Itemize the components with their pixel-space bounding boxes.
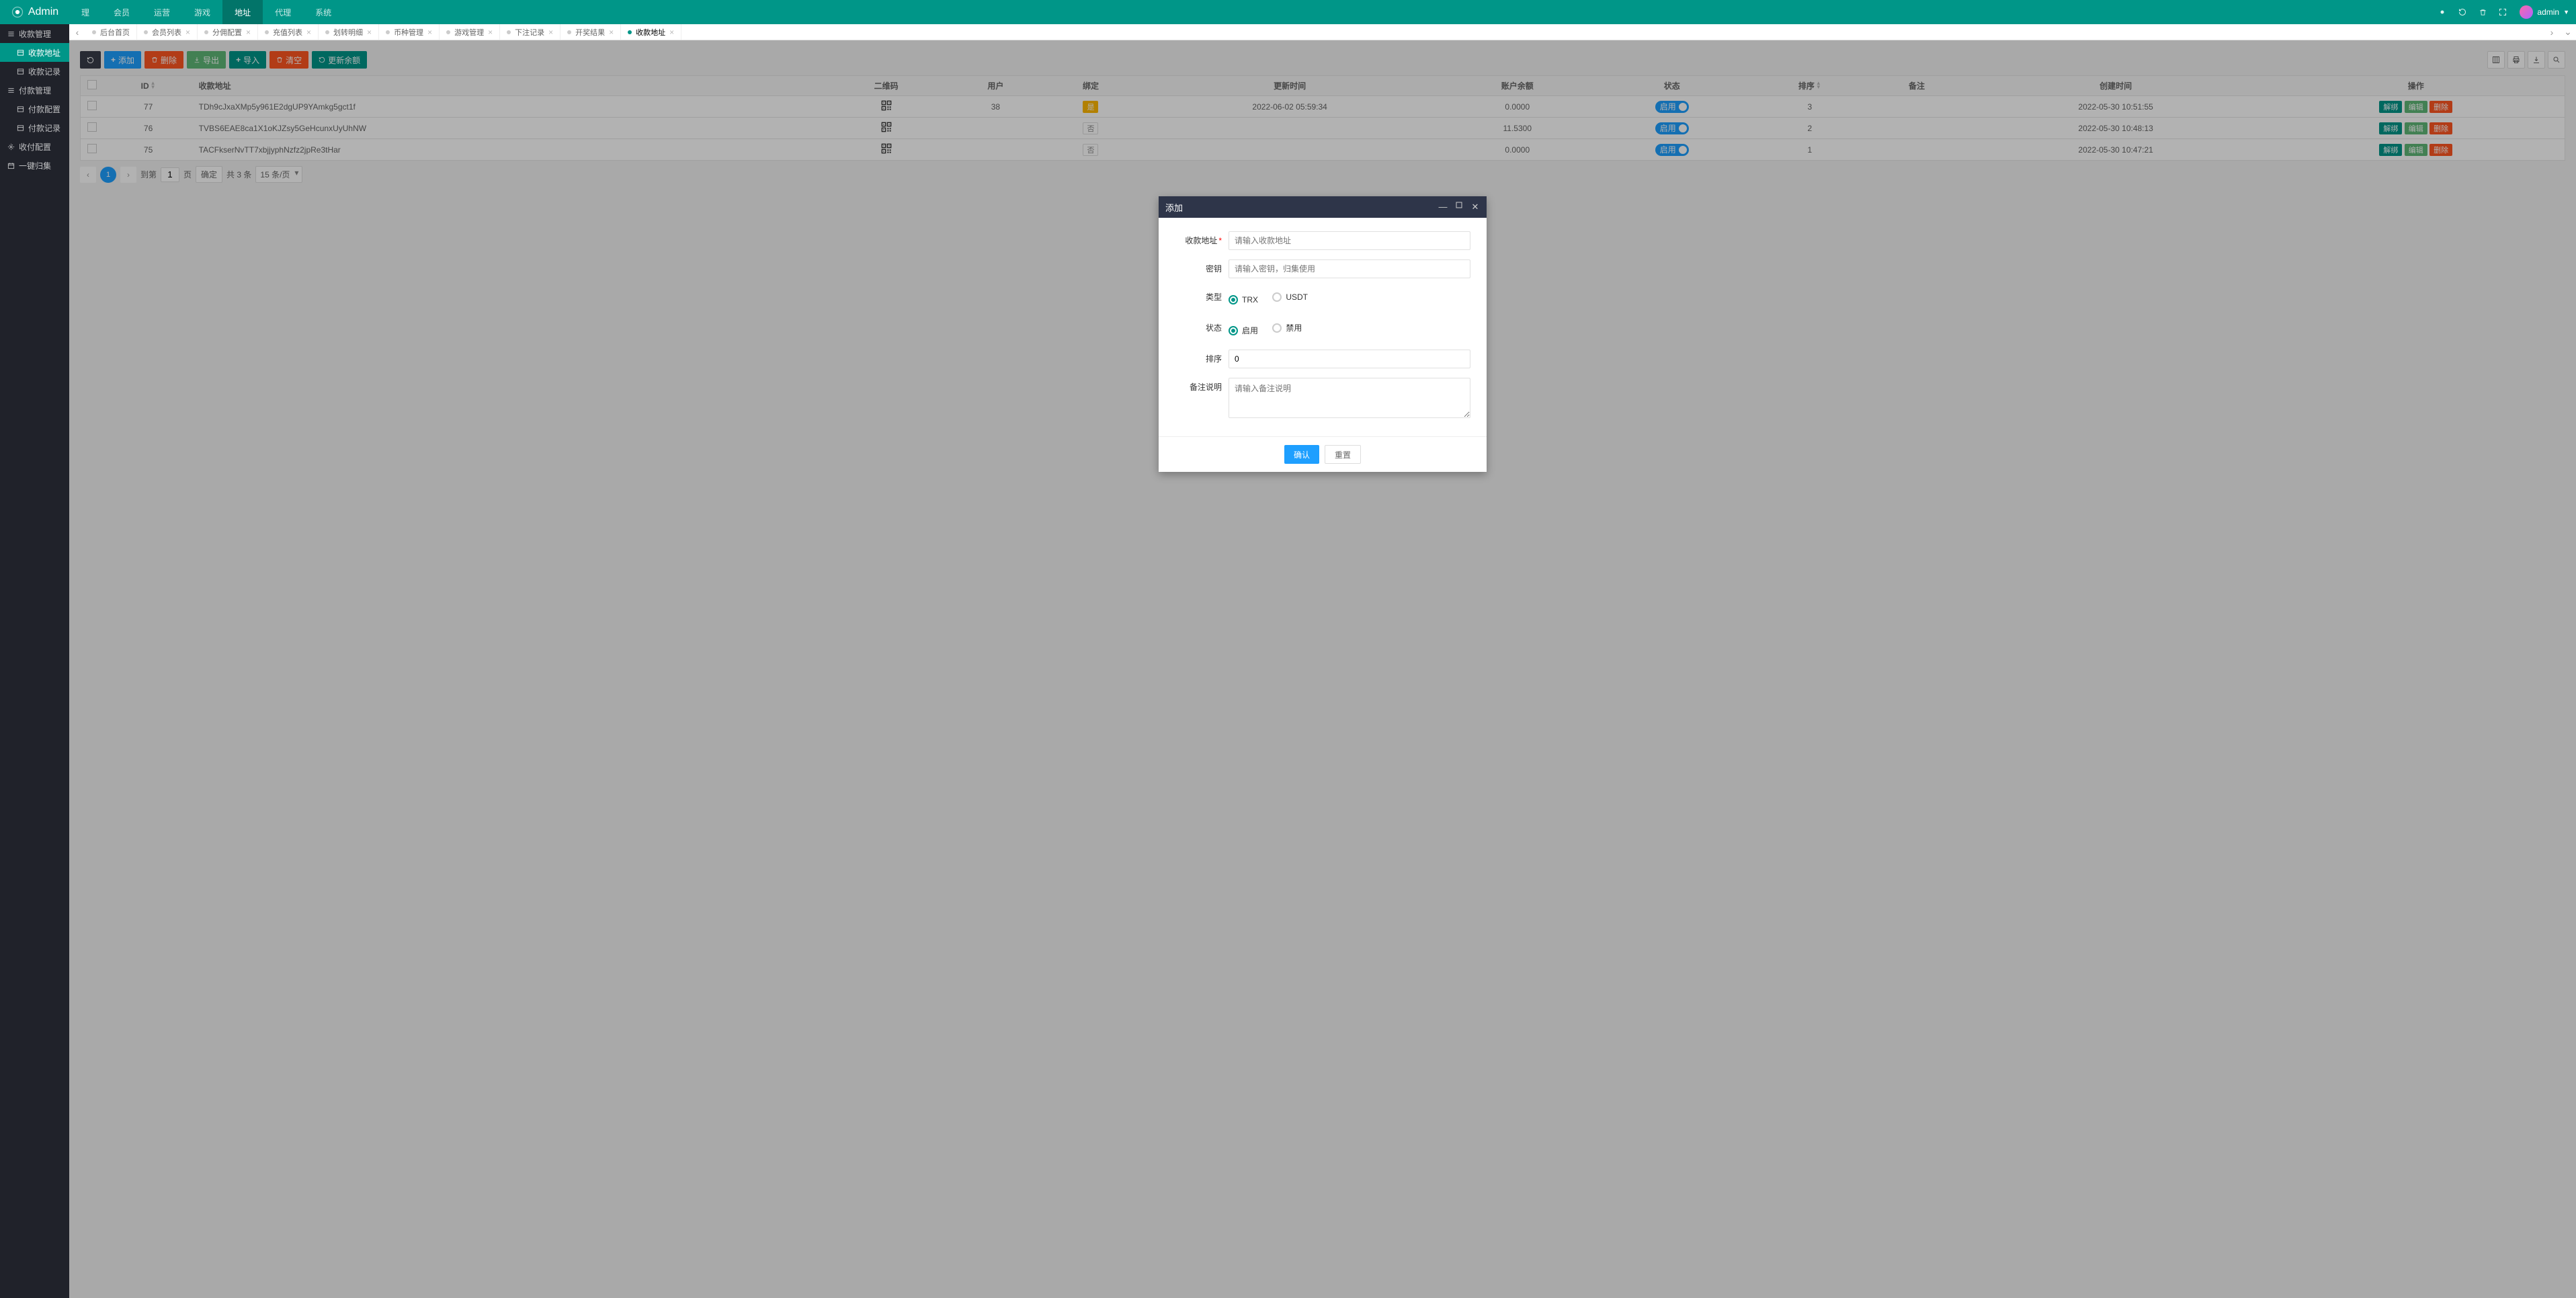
tab-close-icon[interactable]: × [548, 28, 553, 37]
modal-title: 添加 [1165, 201, 1183, 214]
brand-text: Admin [28, 6, 58, 18]
list-icon [16, 48, 24, 56]
gear-icon [7, 143, 15, 151]
topnav-游戏[interactable]: 游戏 [182, 0, 222, 24]
notifications-icon[interactable] [2432, 0, 2452, 24]
tabs-menu[interactable]: ⌄ [2560, 24, 2576, 40]
tab-币种管理[interactable]: 币种管理× [379, 24, 440, 40]
list-icon [16, 67, 24, 75]
sidebar-收款地址[interactable]: 收款地址 [0, 43, 69, 62]
sidebar-付款记录[interactable]: 付款记录 [0, 118, 69, 137]
sidebar-付款配置[interactable]: 付款配置 [0, 99, 69, 118]
radio-status-enable[interactable]: 启用 [1229, 321, 1258, 340]
bars-icon [7, 86, 15, 94]
modal-confirm-button[interactable]: 确认 [1284, 445, 1319, 464]
tab-后台首页[interactable]: 后台首页 [85, 24, 137, 40]
radio-status-disable[interactable]: 禁用 [1272, 319, 1302, 337]
tab-游戏管理[interactable]: 游戏管理× [440, 24, 500, 40]
bars-icon [7, 30, 15, 38]
tab-close-icon[interactable]: × [488, 28, 493, 37]
list-icon [16, 105, 24, 113]
input-key[interactable] [1229, 259, 1470, 278]
avatar [2520, 5, 2533, 19]
input-sort[interactable] [1229, 350, 1470, 368]
input-remark[interactable] [1229, 378, 1470, 418]
topnav-理[interactable]: 理 [69, 0, 101, 24]
tab-下注记录[interactable]: 下注记录× [500, 24, 560, 40]
clear-cache-icon[interactable] [2473, 0, 2493, 24]
tab-分佣配置[interactable]: 分佣配置× [198, 24, 258, 40]
tab-close-icon[interactable]: × [246, 28, 251, 37]
tab-划转明细[interactable]: 划转明细× [319, 24, 379, 40]
label-status: 状态 [1168, 319, 1229, 337]
tabs-prev[interactable]: ‹ [69, 24, 85, 40]
logo[interactable]: Admin [0, 5, 69, 19]
user-menu[interactable]: admin ▼ [2513, 5, 2576, 19]
user-name: admin [2537, 7, 2559, 17]
tab-close-icon[interactable]: × [609, 28, 614, 37]
tab-会员列表[interactable]: 会员列表× [137, 24, 198, 40]
add-modal: 添加 — ✕ 收款地址* 密钥 [1159, 196, 1487, 472]
sidebar-收款管理[interactable]: 收款管理 [0, 24, 69, 43]
modal-close-icon[interactable]: ✕ [1470, 202, 1480, 212]
modal-minimize-icon[interactable]: — [1438, 202, 1448, 212]
tab-close-icon[interactable]: × [367, 28, 372, 37]
topnav-会员[interactable]: 会员 [101, 0, 142, 24]
label-type: 类型 [1168, 288, 1229, 307]
label-remark: 备注说明 [1168, 378, 1229, 397]
tab-收款地址[interactable]: 收款地址× [621, 24, 681, 40]
topnav-运营[interactable]: 运营 [142, 0, 182, 24]
tab-close-icon[interactable]: × [306, 28, 311, 37]
sidebar-收款记录[interactable]: 收款记录 [0, 62, 69, 81]
topnav-代理[interactable]: 代理 [263, 0, 303, 24]
tab-close-icon[interactable]: × [185, 28, 190, 37]
tabs-next[interactable]: › [2544, 24, 2560, 40]
refresh-icon[interactable] [2452, 0, 2473, 24]
calendar-icon [7, 161, 15, 169]
modal-reset-button[interactable]: 重置 [1325, 445, 1361, 464]
radio-type-trx[interactable]: TRX [1229, 290, 1258, 309]
tab-充值列表[interactable]: 充值列表× [258, 24, 319, 40]
radio-type-usdt[interactable]: USDT [1272, 288, 1308, 307]
label-key: 密钥 [1168, 259, 1229, 278]
tab-close-icon[interactable]: × [669, 28, 674, 37]
sidebar-收付配置[interactable]: 收付配置 [0, 137, 69, 156]
sidebar-一键归集[interactable]: 一键归集 [0, 156, 69, 175]
fullscreen-icon[interactable] [2493, 0, 2513, 24]
label-addr: 收款地址 [1185, 236, 1217, 245]
topnav-系统[interactable]: 系统 [303, 0, 343, 24]
label-sort: 排序 [1168, 350, 1229, 368]
sidebar-付款管理[interactable]: 付款管理 [0, 81, 69, 99]
topnav-地址[interactable]: 地址 [222, 0, 263, 24]
input-addr[interactable] [1229, 231, 1470, 250]
modal-maximize-icon[interactable] [1454, 202, 1464, 212]
list-icon [16, 124, 24, 132]
tab-close-icon[interactable]: × [427, 28, 432, 37]
tab-开奖结果[interactable]: 开奖结果× [560, 24, 621, 40]
